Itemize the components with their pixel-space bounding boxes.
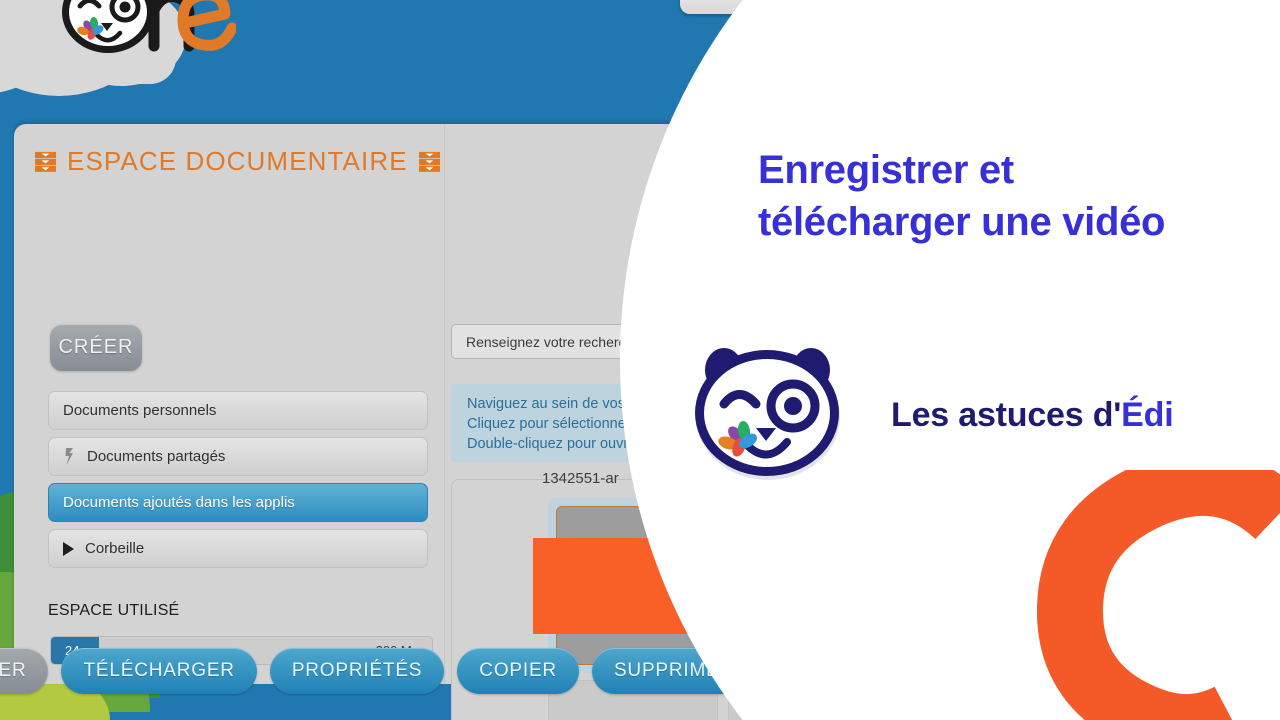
create-button[interactable]: CRÉER (50, 324, 142, 371)
sidebar-divider (444, 124, 445, 684)
edit-button[interactable]: ITER (0, 648, 49, 694)
page-title-text: ESPACE DOCUMENTAIRE (67, 146, 408, 176)
overlay-title-line-2: télécharger une vidéo (758, 200, 1166, 244)
sidebar-item-label: Documents personnels (63, 402, 217, 419)
sidebar-item-label: Documents ajoutés dans les applis (63, 494, 295, 511)
storage-label: ESPACE UTILISÉ (48, 602, 180, 619)
astuces-prefix: Les astuces d' (891, 395, 1122, 434)
sidebar-item-documents-partages[interactable]: Documents partagés (48, 437, 428, 476)
overlay-title: Enregistrer et télécharger une vidéo (758, 144, 1268, 248)
astuces-accent: Édi (1121, 395, 1174, 434)
copy-button[interactable]: COPIER (457, 648, 579, 694)
file-name-label: 1342551-ar (542, 470, 619, 487)
drawer-icon (34, 151, 57, 172)
sidebar-item-label: Corbeille (85, 540, 145, 557)
properties-button[interactable]: PROPRIÉTÉS (269, 648, 445, 694)
share-icon (65, 448, 73, 465)
sidebar-item-documents-ajoutes-applis[interactable]: Documents ajoutés dans les applis (48, 483, 428, 522)
one-logo[interactable] (0, 0, 236, 119)
sidebar-item-corbeille[interactable]: Corbeille (48, 529, 428, 568)
sidebar-item-label: Documents partagés (87, 448, 226, 465)
drawer-icon-right (418, 151, 440, 172)
one-logo-wordmark (62, 0, 236, 53)
panda-face-icon (695, 348, 840, 480)
page-title: ESPACE DOCUMENTAIRE (34, 146, 441, 177)
orange-swoosh-icon (1037, 470, 1280, 720)
triangle-right-icon (63, 541, 74, 556)
screenshot-root: ESPACE DOCUMENTAIRE CRÉER Documents pers… (0, 0, 1280, 720)
download-button[interactable]: TÉLÉCHARGER (61, 648, 257, 694)
astuces-label: Les astuces d'Édi (891, 395, 1174, 435)
sidebar-nav: Documents personnels Documents partagés … (48, 391, 428, 575)
astuces-row: Les astuces d'Édi (680, 340, 1174, 490)
sidebar-item-documents-personnels[interactable]: Documents personnels (48, 391, 428, 430)
overlay-title-line-1: Enregistrer et (758, 148, 1014, 192)
